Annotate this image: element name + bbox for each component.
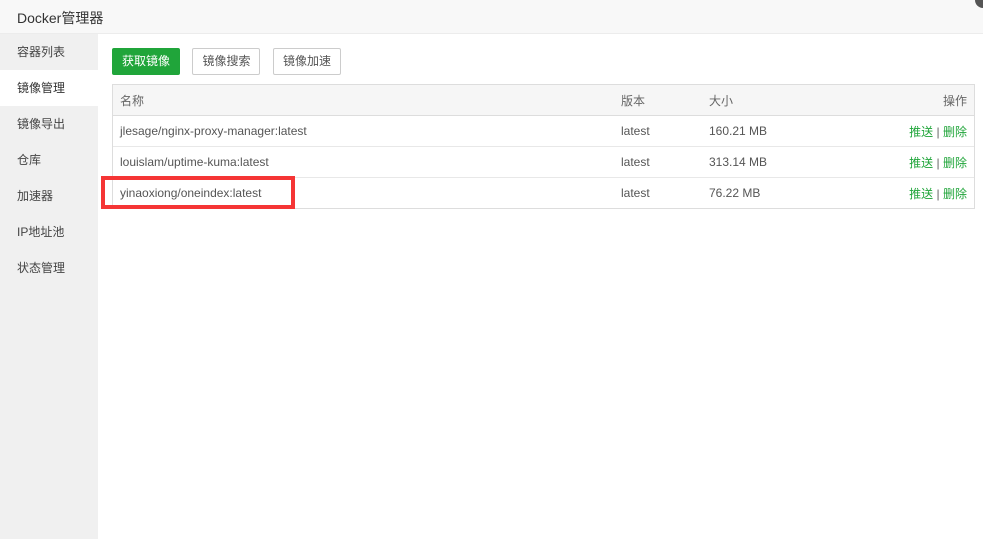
image-size-cell: 76.22 MB — [709, 186, 761, 200]
table-row: yinaoxiong/oneindex:latest latest 76.22 … — [113, 178, 974, 209]
push-link[interactable]: 推送 — [909, 125, 933, 139]
sidebar-item-containers[interactable]: 容器列表 — [0, 34, 98, 70]
image-size-cell: 160.21 MB — [702, 115, 846, 147]
sidebar-item-images[interactable]: 镜像管理 — [0, 70, 98, 106]
sidebar-item-ip-pool[interactable]: IP地址池 — [0, 214, 98, 250]
sidebar-item-status[interactable]: 状态管理 — [0, 250, 98, 286]
actions-cell: 推送 | 删除 — [846, 115, 974, 147]
pull-image-button[interactable]: 获取镜像 — [112, 48, 181, 75]
image-name-cell: jlesage/nginx-proxy-manager:latest — [113, 115, 614, 147]
sidebar-item-accelerator[interactable]: 加速器 — [0, 178, 98, 214]
action-separator: | — [936, 186, 940, 201]
toolbar: 获取镜像 镜像搜索 镜像加速 — [112, 48, 349, 76]
header-version: 版本 — [614, 85, 702, 116]
push-link[interactable]: 推送 — [909, 156, 933, 170]
image-table: 名称 版本 大小 操作 jlesage/nginx-proxy-manager:… — [112, 84, 975, 209]
sidebar: 容器列表 镜像管理 镜像导出 仓库 加速器 IP地址池 状态管理 — [0, 34, 98, 539]
search-image-button[interactable]: 镜像搜索 — [192, 48, 261, 75]
table-row: louislam/uptime-kuma:latest latest 313.1… — [113, 146, 974, 178]
sidebar-item-registry[interactable]: 仓库 — [0, 142, 98, 178]
image-accelerate-button[interactable]: 镜像加速 — [272, 48, 341, 75]
image-version-cell: latest — [614, 115, 702, 147]
header-name: 名称 — [113, 85, 614, 116]
main-panel: 获取镜像 镜像搜索 镜像加速 名称 版本 大小 操作 jlesage/nginx… — [98, 34, 983, 539]
header-size: 大小 — [702, 85, 846, 116]
image-version-cell: latest — [621, 186, 650, 200]
image-version-cell: latest — [614, 146, 702, 178]
image-size-cell: 313.14 MB — [702, 146, 846, 178]
push-link[interactable]: 推送 — [909, 187, 933, 201]
actions-cell: 推送 | 删除 — [846, 146, 974, 178]
actions-cell: 推送 | 删除 — [846, 178, 974, 209]
action-separator: | — [936, 155, 940, 170]
close-icon[interactable] — [975, 0, 983, 8]
table-header-row: 名称 版本 大小 操作 — [113, 85, 974, 116]
action-separator: | — [936, 124, 940, 139]
delete-link[interactable]: 删除 — [943, 156, 967, 170]
sidebar-item-image-export[interactable]: 镜像导出 — [0, 106, 98, 142]
header-actions: 操作 — [846, 85, 974, 116]
table-row: jlesage/nginx-proxy-manager:latest lates… — [113, 115, 974, 147]
docker-manager-window: Docker管理器 容器列表 镜像管理 镜像导出 仓库 加速器 IP地址池 状态… — [0, 0, 983, 539]
delete-link[interactable]: 删除 — [943, 125, 967, 139]
title-bar: Docker管理器 — [0, 0, 983, 34]
delete-link[interactable]: 删除 — [943, 187, 967, 201]
image-name-cell: yinaoxiong/oneindex:latest — [120, 186, 262, 200]
image-name-cell: louislam/uptime-kuma:latest — [113, 146, 614, 178]
window-title: Docker管理器 — [17, 10, 104, 26]
